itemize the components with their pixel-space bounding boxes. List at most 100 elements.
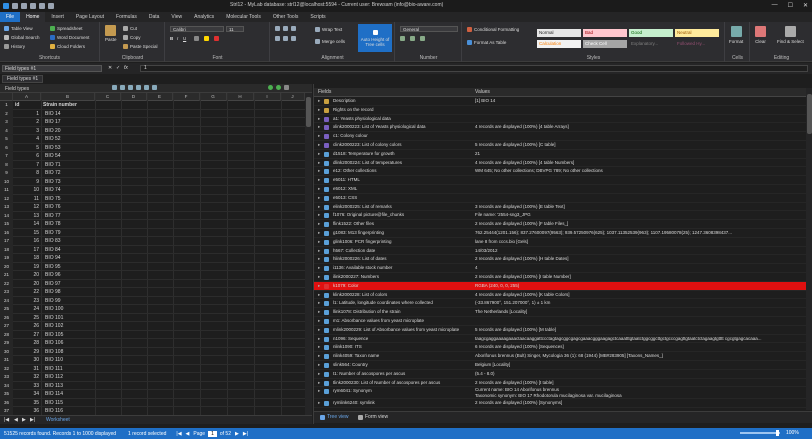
- page-last-icon[interactable]: ▶|: [243, 431, 248, 437]
- cell-strain-number[interactable]: BIO 99: [45, 297, 61, 306]
- minimize-icon[interactable]: —: [772, 2, 778, 9]
- cell-id[interactable]: 17: [15, 246, 39, 255]
- cell-strain-number[interactable]: BIO 54: [45, 152, 61, 161]
- field-row[interactable]: ▸ e5012: XML: [314, 185, 806, 194]
- cell-id[interactable]: 5: [15, 144, 39, 153]
- nav-prev-icon[interactable]: ◀: [14, 417, 18, 423]
- merge-cells-button[interactable]: Merge cells: [315, 39, 345, 44]
- table-row[interactable]: 15 14 BIO 78: [0, 220, 305, 229]
- field-row[interactable]: ▸ rymlink6240: symlink 2 records are displ…: [314, 399, 806, 409]
- field-value[interactable]: 4 records are displayed (100%) [K table …: [475, 291, 805, 300]
- grid-tool-icon-3[interactable]: [128, 85, 133, 90]
- font-name-select[interactable]: Calibri: [170, 26, 224, 32]
- style-check-cell[interactable]: Check Cell: [583, 40, 627, 48]
- nav-first-icon[interactable]: |◀: [4, 417, 9, 423]
- undo-icon[interactable]: [39, 3, 45, 9]
- tab-molecular-tools[interactable]: Molecular Tools: [220, 12, 267, 22]
- table-row[interactable]: 7 6 BIO 54: [0, 152, 305, 161]
- fx-icon[interactable]: fx: [124, 65, 128, 71]
- cell-strain-number[interactable]: BIO 52: [45, 135, 61, 144]
- row-number[interactable]: 23: [0, 288, 13, 297]
- border-button[interactable]: [194, 36, 199, 41]
- field-value[interactable]: 4 records are displayed (100%) [4 table …: [475, 123, 805, 132]
- currency-button[interactable]: [400, 36, 405, 41]
- cell-strain-number[interactable]: BIO 105: [45, 331, 63, 340]
- confirm-icon[interactable]: ✓: [116, 65, 120, 71]
- field-value[interactable]: 2 records are displayed (100%) [Synonyms…: [475, 399, 805, 408]
- field-row[interactable]: ▸ g1083: M13 fingerprinting 762.25444(1201…: [314, 229, 806, 238]
- cell-strain-number[interactable]: BIO 111: [45, 365, 63, 374]
- expand-icon[interactable]: ▸: [318, 352, 320, 361]
- tab-other-tools[interactable]: Other Tools: [267, 12, 304, 22]
- row-number[interactable]: 24: [0, 296, 13, 305]
- cell-id[interactable]: 30: [15, 356, 39, 365]
- cell-strain-number[interactable]: BIO 14: [45, 110, 61, 119]
- field-value[interactable]: RGBA (240, 0, 0, 255): [475, 282, 805, 291]
- tab-view[interactable]: View: [165, 12, 188, 22]
- tab-insert[interactable]: Insert: [45, 12, 70, 22]
- name-box[interactable]: Field types #1: [2, 65, 102, 72]
- style-followed-hyperlink[interactable]: Followed Hy...: [675, 40, 719, 48]
- field-row[interactable]: ▸ i1136: Available stock number 4: [314, 264, 806, 273]
- field-value[interactable]: (-33.867900°, 151.207000°, 1) ± 1 km: [475, 299, 805, 308]
- cell-a1[interactable]: id: [15, 101, 19, 110]
- cell-id[interactable]: 33: [15, 382, 39, 391]
- table-row[interactable]: 30 29 BIO 108: [0, 347, 305, 357]
- paste-button[interactable]: Paste: [105, 25, 117, 42]
- field-value[interactable]: 5 records are displayed (100%) [M table]: [475, 326, 805, 335]
- cell-strain-number[interactable]: BIO 84: [45, 246, 61, 255]
- align-right-button[interactable]: [291, 36, 296, 41]
- expand-icon[interactable]: ▸: [318, 229, 320, 238]
- cell-id[interactable]: 11: [15, 195, 39, 204]
- col-header-d[interactable]: D: [121, 93, 147, 101]
- table-row[interactable]: 24 23 BIO 99: [0, 296, 305, 306]
- cell-id[interactable]: 35: [15, 399, 39, 408]
- expand-icon[interactable]: ▸: [318, 317, 320, 326]
- cell-strain-number[interactable]: BIO 101: [45, 314, 63, 323]
- expand-icon[interactable]: ▸: [318, 399, 320, 408]
- row-number[interactable]: 16: [0, 228, 13, 237]
- field-value[interactable]: Aborifonus brennus (Bult) Singer, Mycolo…: [475, 352, 805, 361]
- bold-button[interactable]: B: [170, 36, 173, 41]
- cell-strain-number[interactable]: BIO 115: [45, 399, 63, 408]
- page-first-icon[interactable]: |◀: [176, 431, 181, 437]
- row-number[interactable]: 34: [0, 381, 13, 390]
- cell-b1[interactable]: Strain number: [43, 101, 77, 110]
- history-button[interactable]: History: [4, 44, 25, 49]
- cell-id[interactable]: 2: [15, 118, 39, 127]
- row-number[interactable]: 7: [0, 152, 13, 161]
- table-view-button[interactable]: Table View: [4, 26, 33, 31]
- number-format-select[interactable]: General: [400, 26, 458, 32]
- field-value[interactable]: 762.25444(1201.156); 837.27600097(9563);…: [475, 229, 805, 238]
- field-value[interactable]: Belgium [Locality]: [475, 361, 805, 370]
- style-neutral[interactable]: Neutral: [675, 29, 719, 37]
- expand-icon[interactable]: ▸: [318, 387, 320, 396]
- word-document-button[interactable]: Word Document: [50, 35, 89, 40]
- sync-icon[interactable]: [276, 85, 281, 90]
- cell-strain-number[interactable]: BIO 72: [45, 169, 61, 178]
- table-row[interactable]: 23 22 BIO 98: [0, 288, 305, 297]
- table-row[interactable]: 28 27 BIO 105: [0, 330, 305, 340]
- global-search-button[interactable]: Global Search: [4, 35, 40, 40]
- tab-form-view[interactable]: Form view: [358, 414, 388, 420]
- cancel-icon[interactable]: ✕: [108, 65, 112, 71]
- field-row[interactable]: ▸ nlink4059: Taxon name Aborifonus brennus…: [314, 352, 806, 361]
- grid-tool-icon-6[interactable]: [152, 85, 157, 90]
- field-row[interactable]: ▸ ilink2000227: Numbers 2 records are disp…: [314, 273, 806, 282]
- nav-last-icon[interactable]: ▶|: [30, 417, 35, 423]
- row-number[interactable]: 8: [0, 160, 13, 169]
- font-size-select[interactable]: 11: [226, 26, 244, 32]
- row-number[interactable]: 20: [0, 262, 13, 271]
- field-row[interactable]: ▸ n1096: Sequence taagcgaggaaaagaaactaacaa…: [314, 335, 806, 344]
- grid-tool-icon-5[interactable]: [144, 85, 149, 90]
- cell-strain-number[interactable]: BIO 110: [45, 356, 63, 365]
- close-icon[interactable]: ✕: [803, 2, 808, 9]
- cell-id[interactable]: 29: [15, 348, 39, 357]
- align-top-button[interactable]: [275, 26, 280, 31]
- cell-id[interactable]: 31: [15, 365, 39, 374]
- table-row[interactable]: 13 12 BIO 76: [0, 203, 305, 212]
- row-number[interactable]: 32: [0, 364, 13, 373]
- cell-id[interactable]: 34: [15, 390, 39, 399]
- field-value[interactable]: (5.4 - 8.0): [475, 370, 805, 379]
- field-value[interactable]: WM 645; No other collections; DBVPG 789;…: [475, 167, 805, 176]
